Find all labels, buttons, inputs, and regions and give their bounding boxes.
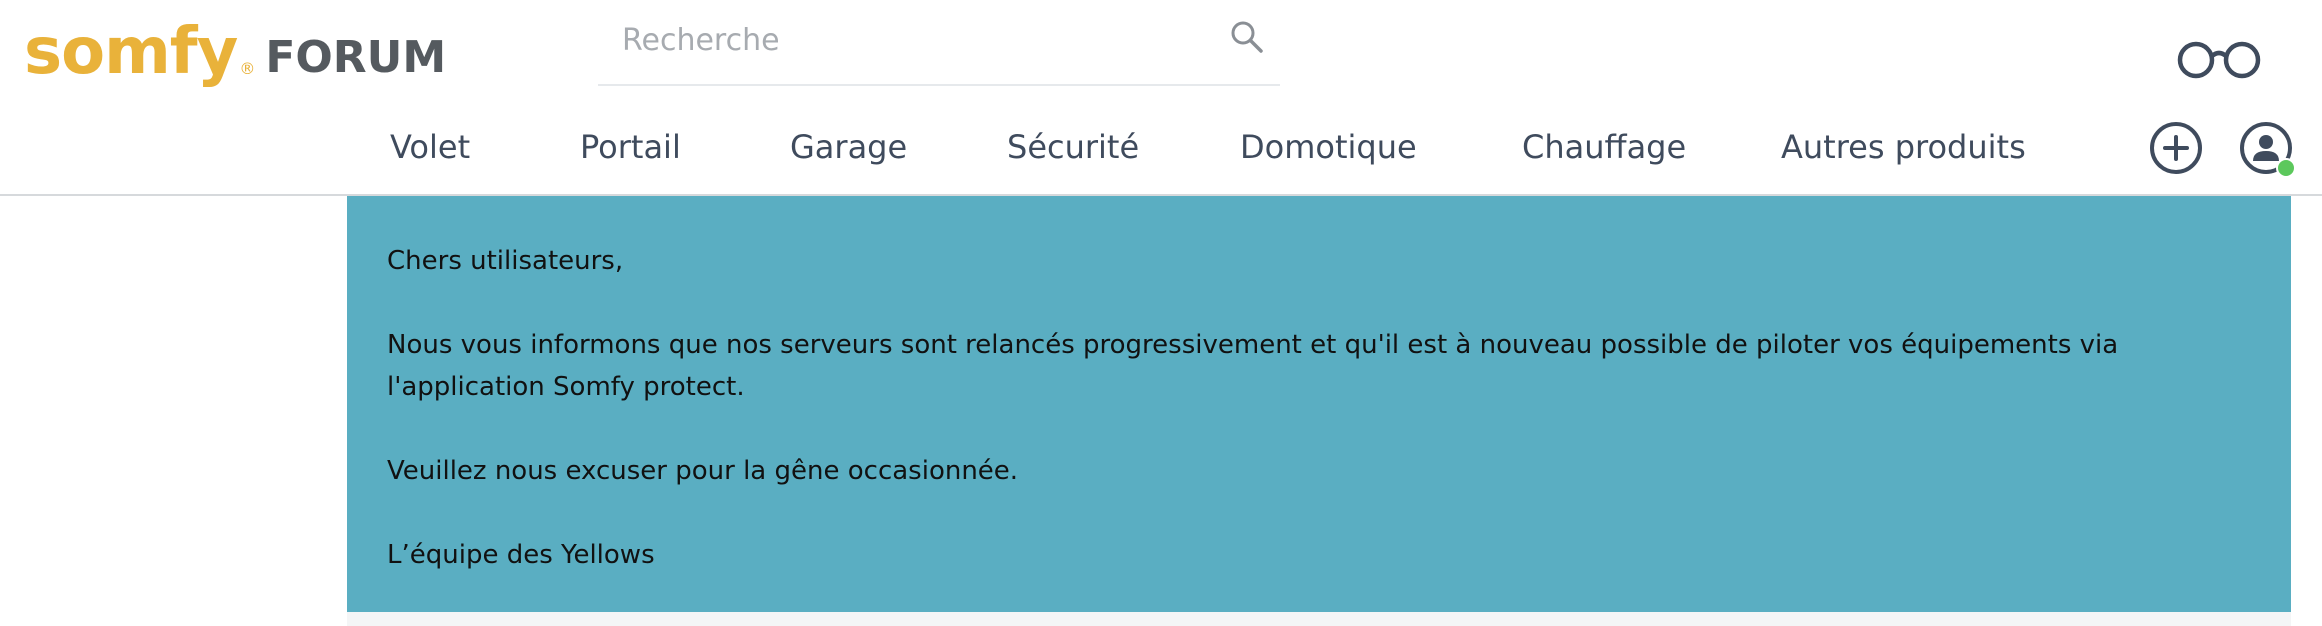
search-bar <box>598 0 1280 86</box>
plus-circle-icon <box>2163 135 2189 161</box>
banner-greeting: Chers utilisateurs, <box>387 246 624 276</box>
add-button[interactable] <box>2150 122 2202 174</box>
logo-forum-text: FORUM <box>265 32 447 83</box>
nav-item-autres-produits[interactable]: Autres produits <box>1781 128 2026 166</box>
search-icon[interactable] <box>1228 18 1266 56</box>
somfy-forum-logo[interactable]: somfy ® FORUM <box>24 14 446 84</box>
banner-message: Nous vous informons que nos serveurs son… <box>387 330 2119 402</box>
banner-signature: L’équipe des Yellows <box>387 540 655 570</box>
nav-item-portail[interactable]: Portail <box>580 128 681 166</box>
main-navigation: Volet Portail Garage Sécurité Domotique … <box>0 110 2322 194</box>
logo-brand: somfy <box>24 15 238 89</box>
announcement-banner: Chers utilisateurs, Nous vous informons … <box>347 196 2291 612</box>
banner-apology: Veuillez nous excuser pour la gêne occas… <box>387 456 1019 486</box>
nav-item-domotique[interactable]: Domotique <box>1240 128 1417 166</box>
logo-registered-mark: ® <box>239 59 256 78</box>
nav-item-securite[interactable]: Sécurité <box>1007 128 1139 166</box>
nav-item-chauffage[interactable]: Chauffage <box>1522 128 1686 166</box>
glasses-icon[interactable] <box>2176 40 2262 80</box>
nav-item-volet[interactable]: Volet <box>390 128 470 166</box>
search-input[interactable] <box>620 14 1204 66</box>
nav-item-garage[interactable]: Garage <box>790 128 907 166</box>
online-status-dot <box>2276 158 2296 178</box>
content-area <box>347 612 2291 626</box>
forum-page: somfy ® FORUM Volet Portail Garage Sécur… <box>0 0 2322 626</box>
